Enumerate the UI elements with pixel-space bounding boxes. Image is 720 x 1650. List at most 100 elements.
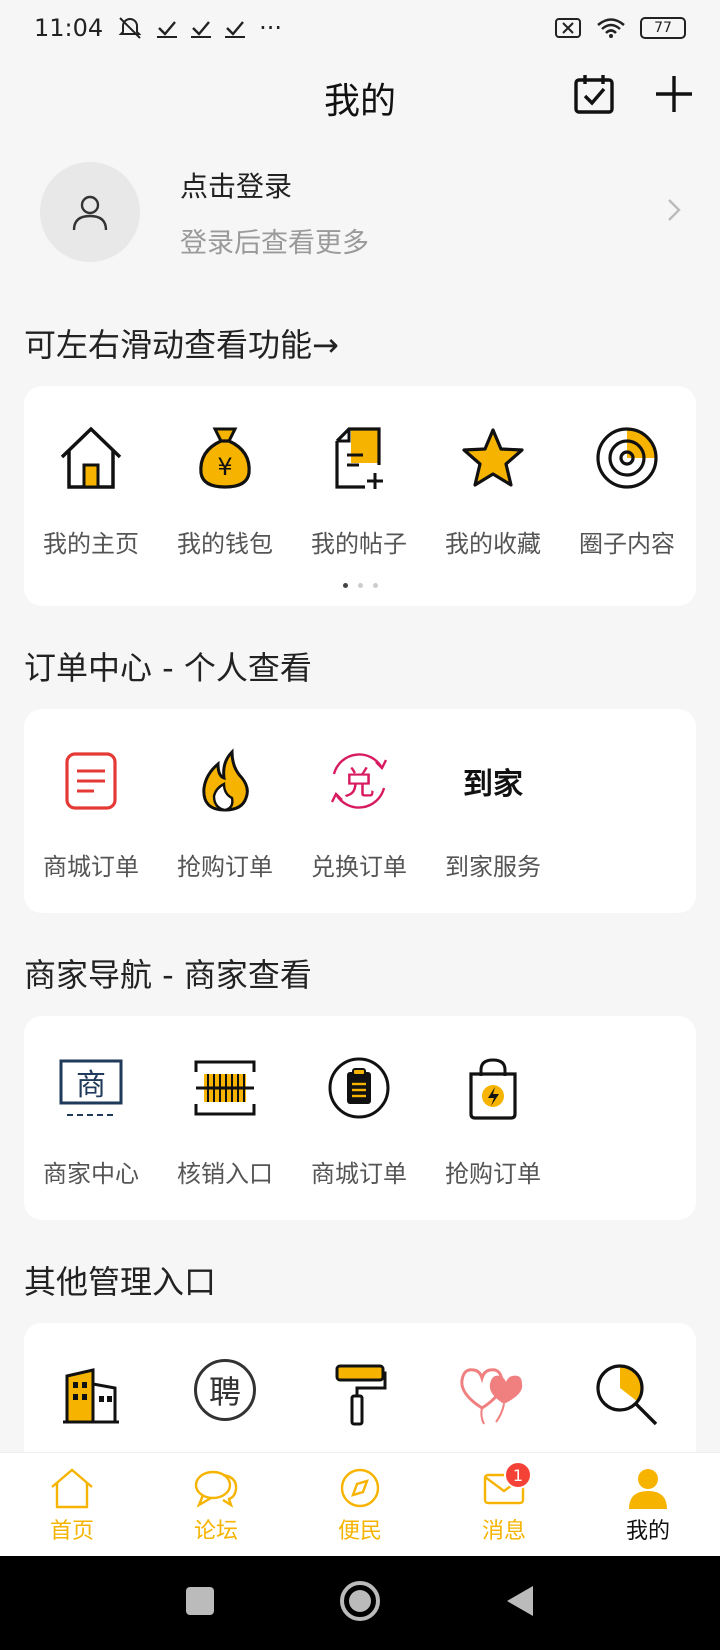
battery-level: 77 <box>654 20 672 36</box>
login-link[interactable]: 点击登录 <box>180 165 369 205</box>
order-mall[interactable]: 商城订单 <box>24 745 158 882</box>
avatar[interactable] <box>40 162 140 262</box>
message-badge: 1 <box>504 1461 532 1489</box>
calendar-check-button[interactable] <box>572 72 616 120</box>
merchant-icon: 商 <box>55 1052 127 1124</box>
home-button[interactable] <box>339 1580 381 1626</box>
tab-label: 我的 <box>625 1519 670 1544</box>
back-triangle-icon <box>507 1586 533 1616</box>
orders-title: 订单中心 - 个人查看 <box>24 649 312 687</box>
feature-my-posts[interactable]: 我的帖子 <box>292 422 426 559</box>
person-tab-icon <box>629 1469 667 1509</box>
money-bag-icon: ¥ <box>189 422 261 494</box>
circle-icon <box>591 422 663 494</box>
login-row[interactable]: 点击登录 登录后查看更多 <box>40 162 690 262</box>
add-button[interactable] <box>652 72 696 120</box>
tab-forum[interactable]: 论坛 <box>144 1453 288 1556</box>
page-dot <box>342 583 348 588</box>
check-icon <box>157 18 178 38</box>
user-icon <box>72 195 108 231</box>
feature-label: 圈子内容 <box>579 530 675 558</box>
order-exchange[interactable]: 兑 兑换订单 <box>292 745 426 882</box>
other-entry-recruit[interactable]: 聘 <box>158 1359 292 1431</box>
search-icon <box>591 1359 663 1431</box>
clipboard-icon <box>323 1052 395 1124</box>
status-bar: 11:04 ··· 77 <box>0 0 720 56</box>
circle-home-icon <box>340 1581 380 1621</box>
flash-bag-icon <box>457 1052 529 1124</box>
merchant-title: 商家导航 - 商家查看 <box>24 956 312 994</box>
feature-label: 我的钱包 <box>177 530 273 558</box>
feature-circle-content[interactable]: 圈子内容 <box>560 422 694 559</box>
order-list-icon <box>55 745 127 817</box>
page-dot <box>372 583 378 588</box>
system-nav-bar <box>0 1556 720 1650</box>
home-service-icon: 到家 <box>457 745 529 817</box>
tab-label: 首页 <box>49 1519 94 1544</box>
features-card: 我的主页 ¥ 我的钱包 我的帖子 我的收藏 圈子内容 <box>24 386 696 606</box>
tab-label: 便民 <box>337 1519 382 1544</box>
tab-convenience[interactable]: 便民 <box>288 1453 432 1556</box>
order-label: 商城订单 <box>43 853 139 881</box>
other-title: 其他管理入口 <box>24 1263 217 1301</box>
tab-home[interactable]: 首页 <box>0 1453 144 1556</box>
square-icon <box>186 1587 214 1615</box>
feature-label: 我的帖子 <box>311 530 407 558</box>
order-label: 抢购订单 <box>177 853 273 881</box>
home-tab-icon <box>51 1468 93 1509</box>
more-status-icon: ··· <box>259 14 283 42</box>
other-entry-dating[interactable] <box>426 1359 560 1431</box>
svg-text:¥: ¥ <box>217 453 232 481</box>
paint-roller-icon <box>323 1359 395 1431</box>
merchant-flash-orders[interactable]: 抢购订单 <box>426 1052 560 1189</box>
header: 我的 <box>0 62 720 134</box>
chevron-right-icon <box>666 197 682 227</box>
feature-my-favorites[interactable]: 我的收藏 <box>426 422 560 559</box>
page-indicator <box>24 583 696 588</box>
chat-tab-icon <box>194 1470 238 1508</box>
other-entry-building[interactable] <box>24 1359 158 1431</box>
merchant-glyph: 商 <box>76 1068 106 1103</box>
exchange-icon: 兑 <box>323 745 395 817</box>
calendar-check-icon <box>574 75 614 114</box>
feature-my-wallet[interactable]: ¥ 我的钱包 <box>158 422 292 559</box>
no-sim-icon <box>554 17 582 39</box>
other-entry-search[interactable] <box>560 1359 694 1431</box>
home-icon <box>55 422 127 494</box>
battery-icon: 77 <box>640 17 686 39</box>
tab-label: 消息 <box>481 1519 526 1544</box>
feature-label: 我的收藏 <box>445 530 541 558</box>
compass-tab-icon <box>340 1468 380 1508</box>
bottom-tab-bar: 首页 论坛 便民 1 消息 我的 <box>0 1452 720 1556</box>
check-icon <box>191 18 212 38</box>
exchange-glyph: 兑 <box>342 764 375 802</box>
feature-label: 我的主页 <box>43 530 139 558</box>
star-icon <box>457 422 529 494</box>
other-card: 聘 <box>24 1323 696 1463</box>
tab-mine[interactable]: 我的 <box>576 1453 720 1556</box>
building-icon <box>55 1359 127 1431</box>
back-button[interactable] <box>505 1584 535 1622</box>
order-home-service[interactable]: 到家 到家服务 <box>426 745 560 882</box>
check-icon <box>225 18 246 38</box>
merchant-label: 抢购订单 <box>445 1160 541 1188</box>
merchant-label: 商城订单 <box>311 1160 407 1188</box>
mute-icon <box>117 16 143 40</box>
order-label: 兑换订单 <box>311 853 407 881</box>
flame-icon <box>189 745 261 817</box>
merchant-verify[interactable]: 核销入口 <box>158 1052 292 1189</box>
balloon-hearts-icon <box>457 1359 529 1431</box>
features-title: 可左右滑动查看功能→ <box>24 326 339 364</box>
order-label: 到家服务 <box>445 853 541 881</box>
feature-my-homepage[interactable]: 我的主页 <box>24 422 158 559</box>
merchant-center[interactable]: 商 商家中心 <box>24 1052 158 1189</box>
merchant-mall-orders[interactable]: 商城订单 <box>292 1052 426 1189</box>
recent-apps-button[interactable] <box>185 1586 215 1620</box>
merchant-label: 商家中心 <box>43 1160 139 1188</box>
tab-messages[interactable]: 1 消息 <box>432 1453 576 1556</box>
tab-label: 论坛 <box>193 1519 238 1544</box>
other-entry-renovation[interactable] <box>292 1359 426 1431</box>
order-flash-sale[interactable]: 抢购订单 <box>158 745 292 882</box>
home-service-glyph: 到家 <box>463 767 523 802</box>
barcode-icon <box>189 1052 261 1124</box>
